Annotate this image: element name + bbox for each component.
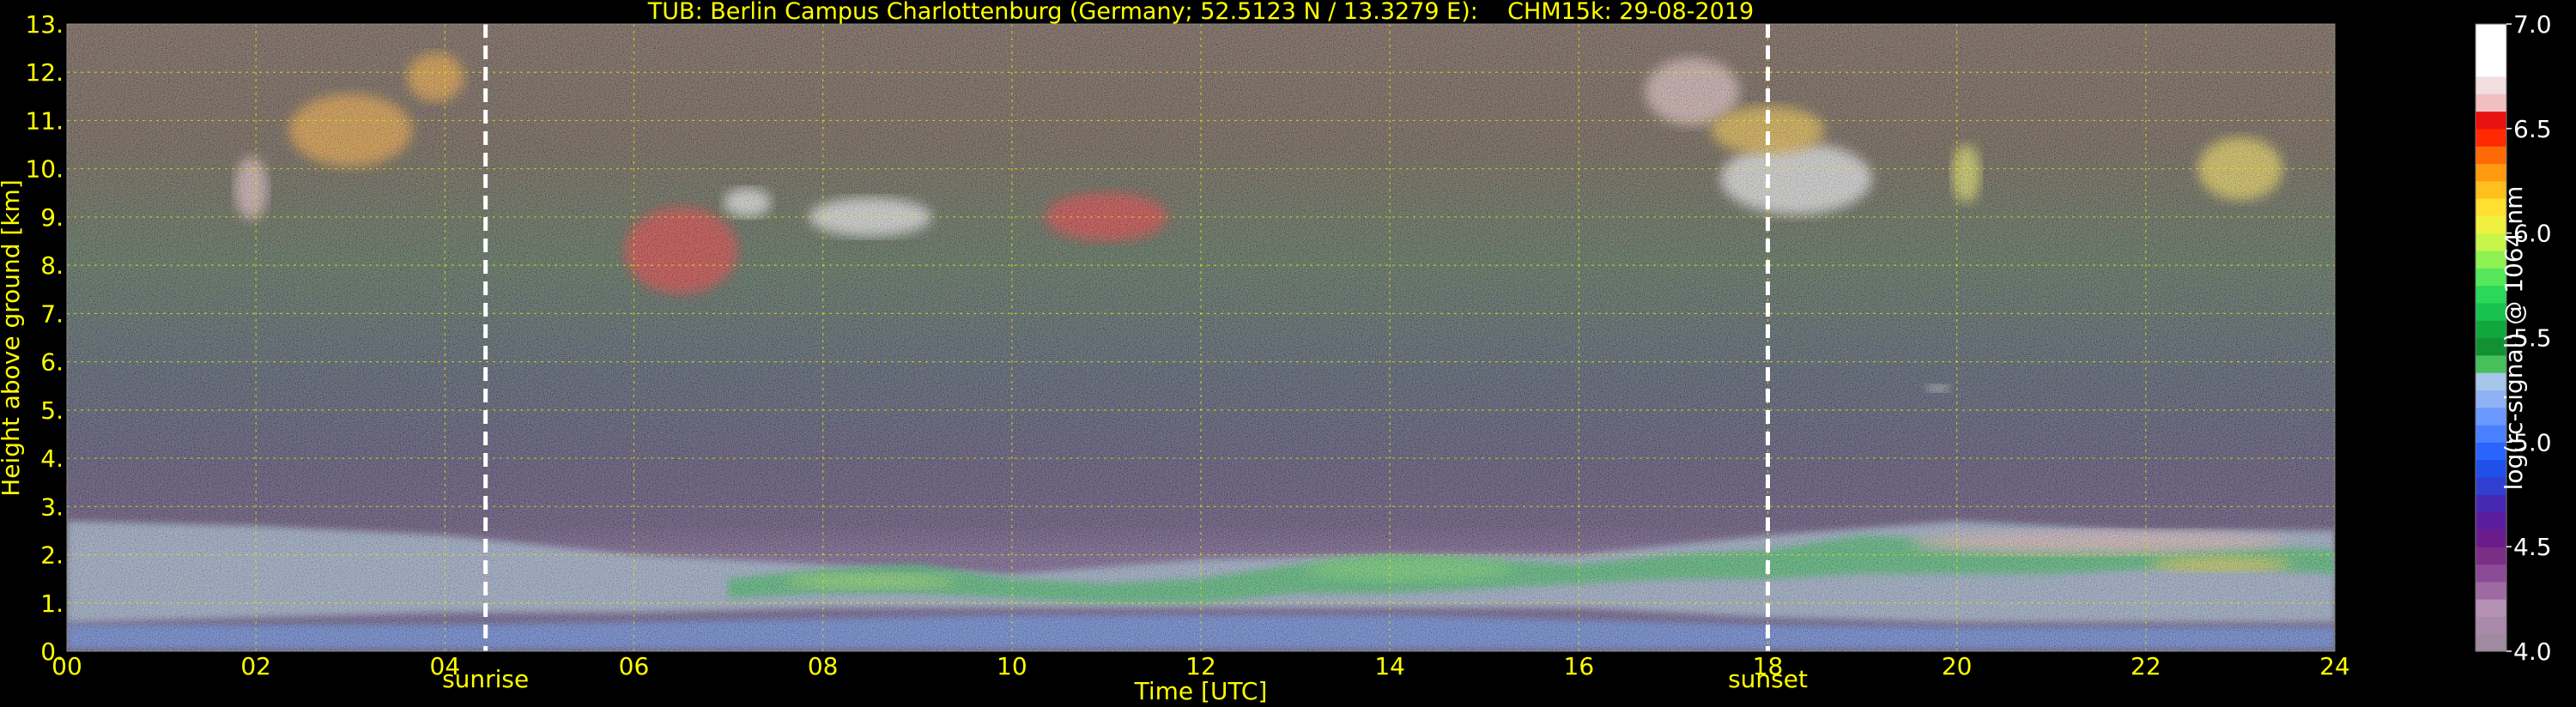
x-tick-label: 06 xyxy=(619,652,650,680)
y-tick-label: 2. xyxy=(40,541,64,570)
colorbar-swatch xyxy=(2476,163,2506,182)
colorbar-swatch xyxy=(2476,24,2506,42)
x-tick-label: 24 xyxy=(2319,652,2350,680)
y-tick-label: 11. xyxy=(25,106,64,135)
y-tick-label: 6. xyxy=(40,348,64,377)
colorbar-tick-label: 4.0 xyxy=(2513,638,2552,666)
colorbar-tick-label: 4.5 xyxy=(2513,533,2552,561)
colorbar-swatch xyxy=(2476,128,2506,147)
colorbar-swatch xyxy=(2476,494,2506,513)
colorbar-swatch xyxy=(2476,76,2506,94)
colorbar-swatch xyxy=(2476,58,2506,77)
colorbar-swatch xyxy=(2476,564,2506,583)
y-tick-label: 3. xyxy=(40,492,64,521)
marker-label-sunrise: sunrise xyxy=(442,665,529,693)
colorbar-tick-label: 6.5 xyxy=(2513,115,2552,143)
x-tick-label: 20 xyxy=(1942,652,1973,680)
marker-label-sunset: sunset xyxy=(1728,665,1808,693)
colorbar-swatch xyxy=(2476,633,2506,652)
plot-area xyxy=(67,24,2335,651)
lidar-chart: TUB: Berlin Campus Charlottenburg (Germa… xyxy=(0,0,2552,705)
y-tick-label: 9. xyxy=(40,203,64,232)
x-tick-label: 22 xyxy=(2131,652,2161,680)
y-tick-label: 7. xyxy=(40,299,64,328)
colorbar-swatch xyxy=(2476,616,2506,635)
y-tick-label: 0. xyxy=(40,638,64,666)
colorbar-swatch xyxy=(2476,111,2506,130)
y-tick-label: 8. xyxy=(40,251,64,280)
x-tick-label: 02 xyxy=(240,652,271,680)
colorbar-swatch xyxy=(2476,511,2506,530)
x-tick-label: 08 xyxy=(808,652,839,680)
noise-overlay xyxy=(67,24,2335,651)
colorbar-swatch xyxy=(2476,581,2506,600)
x-axis-label: Time [UTC] xyxy=(1134,677,1268,705)
x-tick-label: 12 xyxy=(1185,652,1216,680)
x-tick-label: 10 xyxy=(997,652,1027,680)
y-tick-label: 10. xyxy=(25,155,64,184)
y-tick-labels: 0. 1. 2. 3. 4. 5. 6. 7. 8. 9. 10. 11. 12. 13. xyxy=(25,10,64,666)
x-tick-label: 16 xyxy=(1564,652,1595,680)
y-tick-label: 13. xyxy=(25,10,64,39)
y-tick-label: 4. xyxy=(40,444,64,473)
y-axis-label: Height above ground [km] xyxy=(0,179,25,497)
x-tick-label: 14 xyxy=(1374,652,1405,680)
colorbar-swatch xyxy=(2476,41,2506,60)
colorbar-label: log(rc-signal) @ 1064 nm xyxy=(2500,186,2528,491)
colorbar-swatch xyxy=(2476,146,2506,165)
y-tick-label: 12. xyxy=(25,58,64,87)
colorbar-swatch xyxy=(2476,94,2506,112)
colorbar-swatch xyxy=(2476,547,2506,565)
colorbar-swatch xyxy=(2476,599,2506,617)
colorbar-swatch xyxy=(2476,529,2506,547)
y-tick-label: 1. xyxy=(40,589,64,618)
x-tick-labels: 00 02 04 06 08 10 12 14 16 18 20 22 24 xyxy=(52,652,2350,680)
chart-title: TUB: Berlin Campus Charlottenburg (Germa… xyxy=(647,0,1754,25)
y-tick-label: 5. xyxy=(40,396,64,425)
colorbar-tick-label: 7.0 xyxy=(2513,10,2552,39)
